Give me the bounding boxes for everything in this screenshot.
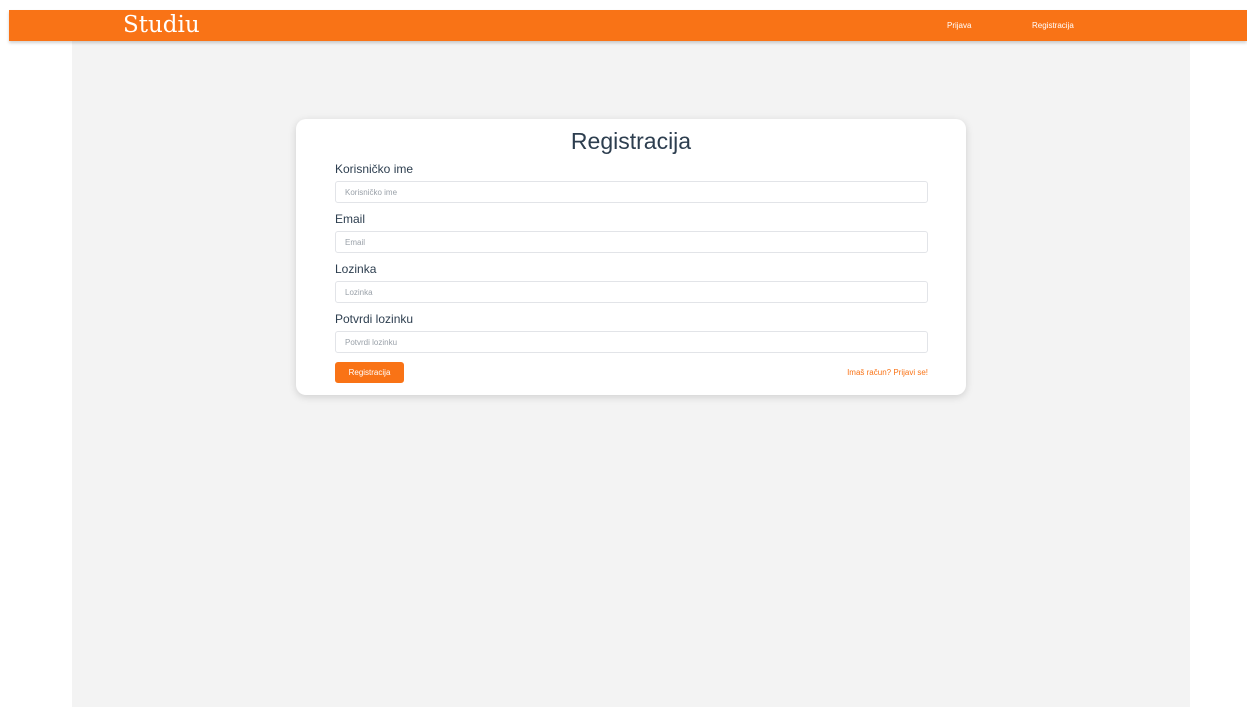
nav-link-prijava[interactable]: Prijava: [947, 20, 971, 31]
username-field[interactable]: [335, 181, 928, 203]
register-button[interactable]: Registracija: [335, 362, 404, 383]
registration-card: Registracija Korisničko ime Email Lozink…: [296, 119, 966, 395]
confirm-password-label: Potvrdi lozinku: [335, 312, 414, 326]
nav-link-registracija[interactable]: Registracija: [1032, 20, 1074, 31]
confirm-password-field[interactable]: [335, 331, 928, 353]
brand-logo[interactable]: Studiu: [123, 12, 200, 39]
email-label: Email: [335, 212, 366, 226]
login-link[interactable]: Imaš račun? Prijavi se!: [847, 368, 928, 378]
navbar: Studiu Prijava Registracija: [9, 10, 1247, 41]
email-field[interactable]: [335, 231, 928, 253]
page: Studiu Prijava Registracija Registracija…: [0, 0, 1247, 707]
password-label: Lozinka: [335, 262, 377, 276]
page-title: Registracija: [570, 128, 692, 154]
username-label: Korisničko ime: [335, 162, 414, 176]
password-field[interactable]: [335, 281, 928, 303]
